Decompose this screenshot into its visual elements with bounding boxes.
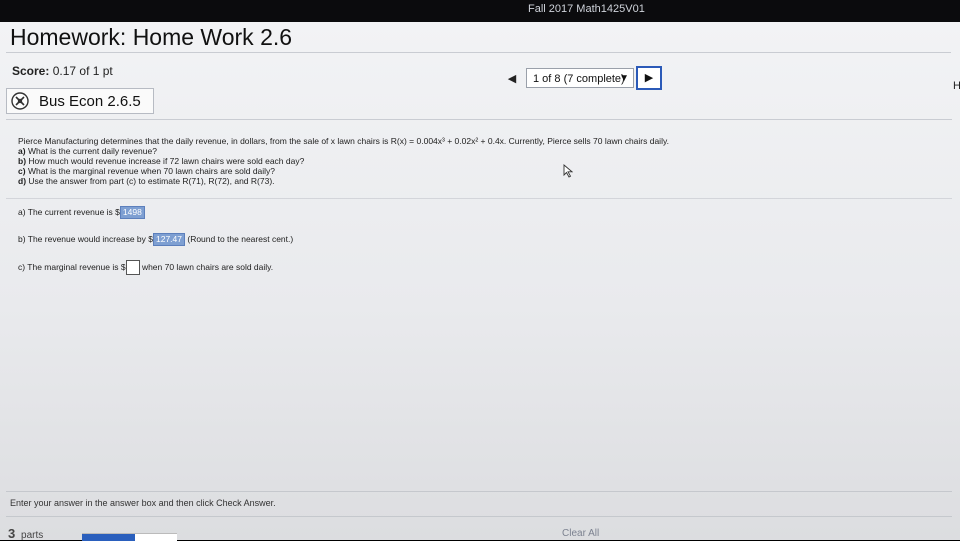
answer-c-input[interactable]	[125, 260, 140, 275]
question-header: Bus Econ 2.6.5	[6, 88, 154, 114]
answer-c-suffix: when 70 lawn chairs are sold daily.	[141, 261, 274, 272]
answer-c-prefix: c) The marginal revenue is $	[18, 261, 126, 272]
window-title-bar: Fall 2017 Math1425V01	[0, 0, 960, 22]
question-title: Bus Econ 2.6.5	[39, 93, 141, 110]
answer-b-row: b) The revenue would increase by $127.47…	[18, 233, 293, 246]
score-display: Score: 0.17 of 1 pt	[12, 64, 113, 78]
parts-count: 3	[8, 526, 16, 541]
question-progress-select[interactable]: 1 of 8 (7 complete) ▼	[526, 68, 634, 88]
edge-truncated-label: H	[953, 80, 960, 92]
chevron-down-icon: ▼	[619, 73, 629, 84]
page-title: Homework: Home Work 2.6	[10, 24, 293, 50]
score-value: 0.17 of 1 pt	[52, 64, 113, 78]
window-title: Fall 2017 Math1425V01	[528, 3, 645, 15]
answer-c-row: c) The marginal revenue is $ when 70 law…	[18, 260, 273, 275]
answer-b-prefix: b) The revenue would increase by $	[18, 234, 153, 244]
answer-a-prefix: a) The current revenue is $	[18, 207, 120, 217]
clear-all-button[interactable]: Clear All	[562, 528, 599, 539]
mouse-pointer-icon	[563, 164, 573, 178]
instruction-text: Enter your answer in the answer box and …	[10, 498, 276, 508]
next-question-button[interactable]: ▶	[636, 66, 662, 90]
parts-indicator: 3 parts	[8, 526, 43, 541]
progress-text: 1 of 8 (7 complete)	[533, 73, 625, 85]
triangle-right-icon: ▶	[644, 72, 654, 84]
question-part-b: b) How much would revenue increase if 72…	[18, 156, 305, 166]
parts-label: parts	[21, 530, 44, 541]
question-tools-icon[interactable]	[11, 92, 29, 110]
problem-statement: Pierce Manufacturing determines that the…	[18, 136, 669, 146]
answer-a-row: a) The current revenue is $1498	[18, 206, 145, 219]
answer-b-rounding-note: (Round to the nearest cent.)	[187, 234, 294, 244]
homework-page: Homework: Home Work 2.6 Score: 0.17 of 1…	[0, 22, 960, 541]
question-part-c: c) What is the marginal revenue when 70 …	[18, 166, 276, 176]
header-divider	[6, 119, 952, 120]
score-label: Score:	[12, 64, 50, 78]
question-part-a: a) What is the current daily revenue?	[18, 146, 157, 156]
answer-a-input[interactable]: 1498	[119, 206, 145, 219]
answer-b-input[interactable]: 127.47	[152, 233, 185, 246]
previous-question-button[interactable]: ◀	[502, 70, 522, 88]
triangle-left-icon: ◀	[507, 73, 517, 85]
answers-divider	[6, 198, 952, 199]
question-part-d: d) Use the answer from part (c) to estim…	[18, 176, 275, 186]
